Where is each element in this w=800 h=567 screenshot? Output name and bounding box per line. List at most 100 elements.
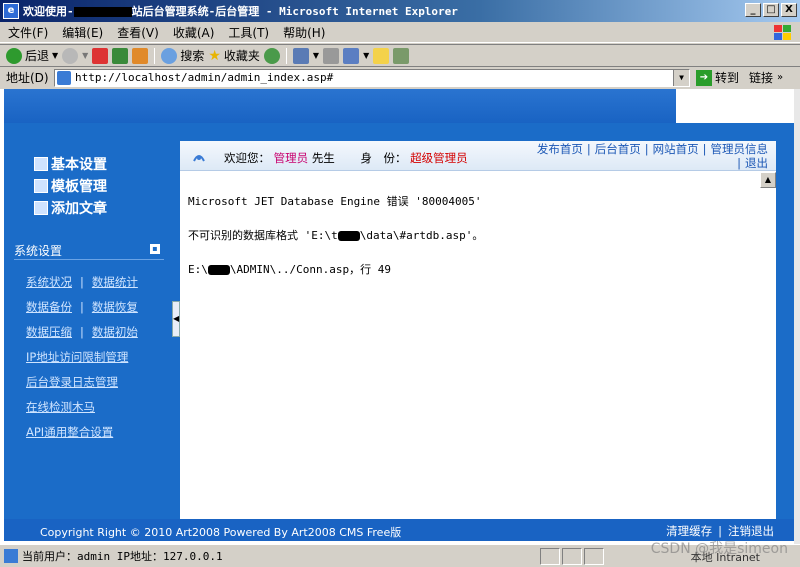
link-publish-home[interactable]: 发布首页 xyxy=(537,142,583,156)
mail-icon[interactable] xyxy=(292,47,309,64)
go-label: 转到 xyxy=(715,71,740,85)
window-titlebar: e 欢迎使用- 站后台管理系统-后台管理 - Microsoft Internet… xyxy=(0,0,800,22)
links-button[interactable]: 链接 xyxy=(749,69,773,86)
redacted-text xyxy=(207,265,230,275)
link-data-backup[interactable]: 数据备份 xyxy=(26,299,72,315)
address-dropdown-button[interactable]: ▼ xyxy=(673,69,689,86)
stop-icon[interactable] xyxy=(92,47,109,64)
link-row: API通用整合设置 xyxy=(26,419,138,444)
link-site-home[interactable]: 网站首页 xyxy=(653,142,699,156)
status-text: 当前用户：admin IP地址：127.0.0.1 xyxy=(22,550,223,563)
gear-icon xyxy=(34,157,48,171)
link-login-log[interactable]: 后台登录日志管理 xyxy=(26,374,118,390)
nav-add-article[interactable]: 添加文章 xyxy=(34,197,107,219)
error-line-2: 不可识别的数据库格式 'E:\t \data\#artdb.asp'。 xyxy=(188,219,483,253)
favorites-label: 收藏夹 xyxy=(223,49,260,63)
ie-app-icon: e xyxy=(3,3,19,19)
clear-cache-link[interactable]: 清理缓存 xyxy=(666,524,712,538)
link-admin-home[interactable]: 后台首页 xyxy=(595,142,641,156)
link-data-stats[interactable]: 数据统计 xyxy=(92,274,138,290)
window-title: 欢迎使用- 站后台管理系统-后台管理 - Microsoft Internet E… xyxy=(23,3,458,19)
forward-arrow-icon[interactable] xyxy=(62,47,79,64)
link-data-compress[interactable]: 数据压缩 xyxy=(26,324,72,340)
history-icon[interactable] xyxy=(263,47,280,64)
page-viewport: 基本设置 模板管理 添加文章 系统设置 ▪ 系统状况 | 数据统计 数据备份 |… xyxy=(0,89,800,544)
scroll-up-button[interactable]: ▲ xyxy=(760,172,776,188)
back-button[interactable]: 后退 ▼ xyxy=(6,47,58,64)
star-icon: ★ xyxy=(208,47,221,64)
chevron-down-icon: ▼ xyxy=(312,51,320,60)
divider: | xyxy=(586,142,591,156)
logout-link[interactable]: 注销退出 xyxy=(728,524,774,538)
favorites-button[interactable]: ★ 收藏夹 xyxy=(208,47,260,64)
watermark: CSDN @我是simeon xyxy=(650,541,788,557)
user-name: 管理员 xyxy=(273,151,309,165)
menu-view[interactable]: 查看(V) xyxy=(117,24,159,41)
menu-file[interactable]: 文件(F) xyxy=(8,24,48,41)
collapse-toggle-icon[interactable]: ▪ xyxy=(150,244,160,254)
search-icon xyxy=(161,47,178,64)
go-button[interactable]: ➔ 转到 xyxy=(696,69,739,86)
status-cell xyxy=(562,548,582,565)
home-icon[interactable] xyxy=(132,47,149,64)
discuss-icon[interactable] xyxy=(373,47,390,64)
title-prefix: 欢迎使用- xyxy=(23,5,74,18)
error-line-1: Microsoft JET Database Engine 错误 '800040… xyxy=(188,195,482,208)
link-trojan-scan[interactable]: 在线检测木马 xyxy=(26,399,95,415)
divider: | xyxy=(644,142,649,156)
divider: | xyxy=(718,524,722,538)
system-settings-header: 系统设置 ▪ xyxy=(14,242,164,260)
maximize-button[interactable]: □ xyxy=(763,3,779,17)
link-row: 数据压缩 | 数据初始 xyxy=(26,319,138,344)
close-button[interactable]: X xyxy=(781,3,797,17)
nav-label: 模板管理 xyxy=(51,179,107,195)
print-icon[interactable] xyxy=(323,47,340,64)
chevron-down-icon: ▼ xyxy=(82,51,89,60)
refresh-icon[interactable] xyxy=(112,47,129,64)
chevron-down-icon: ▼ xyxy=(363,51,370,60)
address-input[interactable]: http://localhost/admin/admin_index.asp# … xyxy=(54,68,690,87)
sidebar-collapse-handle[interactable]: ◀ xyxy=(172,301,180,337)
title-suffix: 站后台管理系统-后台管理 - Microsoft Internet Explor… xyxy=(131,5,458,18)
divider: | xyxy=(80,299,84,314)
nav-template-manage[interactable]: 模板管理 xyxy=(34,175,107,197)
section-title: 系统设置 xyxy=(14,244,63,258)
page-edge xyxy=(794,89,800,544)
link-data-restore[interactable]: 数据恢复 xyxy=(92,299,138,315)
menu-edit[interactable]: 编辑(E) xyxy=(62,24,103,41)
nav-basic-settings[interactable]: 基本设置 xyxy=(34,153,107,175)
role-label: 身 份： xyxy=(360,151,407,165)
go-arrow-icon: ➔ xyxy=(696,69,712,86)
content-frame: 欢迎您： 管理员 先生 身 份： 超级管理员 发布首页 | 后台首页 | 网站首页 | 管理… xyxy=(180,141,776,519)
link-system-status[interactable]: 系统状况 xyxy=(26,274,72,290)
error-line-3: E:\ \ADMIN\../Conn.asp，行 49 xyxy=(188,253,483,287)
welcome-line: 欢迎您： 管理员 先生 身 份： 超级管理员 xyxy=(224,150,468,166)
search-button[interactable]: 搜索 xyxy=(161,47,204,64)
link-row: 数据备份 | 数据恢复 xyxy=(26,294,138,319)
honorific: 先生 xyxy=(311,151,335,165)
link-api-settings[interactable]: API通用整合设置 xyxy=(26,424,113,440)
edit-icon[interactable] xyxy=(343,47,360,64)
link-logout[interactable]: 退出 xyxy=(745,156,768,170)
chevron-down-icon: ▼ xyxy=(52,51,59,60)
search-label: 搜索 xyxy=(180,49,205,63)
link-admin-info[interactable]: 管理员信息 xyxy=(711,142,769,156)
error-text: 不可识别的数据库格式 'E:\t xyxy=(188,229,338,242)
chevron-right-icon: » xyxy=(777,72,784,83)
menu-tools[interactable]: 工具(T) xyxy=(228,24,269,41)
messenger-icon[interactable] xyxy=(393,47,410,64)
error-text: E:\ xyxy=(188,263,208,276)
top-banner xyxy=(4,89,676,123)
menu-favorites[interactable]: 收藏(A) xyxy=(173,24,215,41)
address-bar: 地址(D) http://localhost/admin/admin_index… xyxy=(0,66,800,88)
address-url: http://localhost/admin/admin_index.asp# xyxy=(75,71,334,84)
error-text: \ADMIN\../Conn.asp，行 49 xyxy=(229,263,391,276)
page-icon xyxy=(4,549,18,563)
menu-help[interactable]: 帮助(H) xyxy=(283,24,325,41)
minimize-button[interactable]: _ xyxy=(745,3,761,17)
nav-label: 基本设置 xyxy=(51,157,107,173)
menu-bar: 文件(F) 编辑(E) 查看(V) 收藏(A) 工具(T) 帮助(H) xyxy=(0,22,800,43)
link-row: 系统状况 | 数据统计 xyxy=(26,269,138,294)
link-data-init[interactable]: 数据初始 xyxy=(92,324,138,340)
link-ip-restrict[interactable]: IP地址访问限制管理 xyxy=(26,349,128,365)
